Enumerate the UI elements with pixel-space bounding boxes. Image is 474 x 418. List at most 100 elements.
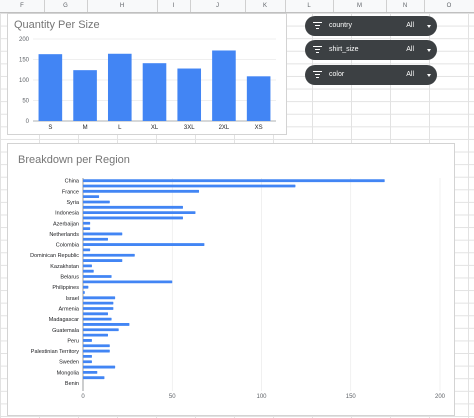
quantity-per-size-plot: 0 50 100 150 200 S M L XL 3XL 2XL XS — [19, 37, 276, 131]
y-tick-label: Peru — [67, 338, 79, 344]
bar — [83, 221, 91, 225]
x-tick-label: S — [48, 125, 52, 131]
y-tick-label: Kazakhstan — [50, 264, 79, 270]
x-tick-label: 2XL — [219, 125, 230, 131]
caret-down-icon — [427, 74, 431, 77]
bar — [83, 339, 92, 342]
bar — [83, 189, 200, 193]
column-header-m[interactable]: M — [333, 0, 387, 12]
column-header-l[interactable]: L — [285, 0, 334, 12]
bar — [83, 301, 114, 305]
column-header-bar: F G H I J K L M N O — [0, 0, 474, 13]
y-tick-label: Indonesia — [55, 211, 80, 217]
bar — [83, 376, 105, 380]
y-tick-label: Benin — [65, 381, 79, 387]
bar — [73, 70, 97, 121]
column-header-n[interactable]: N — [386, 0, 425, 12]
bar — [83, 365, 116, 369]
bar — [83, 328, 119, 332]
y-tick-label: Philippines — [52, 285, 79, 291]
filter-label: color — [329, 71, 345, 78]
filter-icon — [313, 22, 322, 30]
bar — [83, 354, 92, 358]
bar — [83, 275, 112, 278]
bar — [83, 216, 183, 220]
bar — [83, 291, 85, 294]
y-tick-label: Armenia — [59, 306, 80, 312]
bar — [83, 269, 94, 273]
y-tick-label: Netherlands — [49, 232, 79, 238]
bar — [83, 307, 114, 310]
bar — [83, 370, 98, 374]
bar — [107, 53, 132, 122]
y-tick-label: Guatemala — [52, 328, 80, 334]
bar — [83, 232, 123, 236]
x-tick-label: M — [83, 125, 88, 131]
bar — [83, 237, 108, 241]
column-header-k[interactable]: K — [245, 0, 286, 12]
caret-down-icon — [427, 49, 431, 52]
bar — [83, 179, 385, 183]
bar — [83, 227, 91, 230]
bar — [83, 211, 196, 215]
bar — [83, 333, 108, 337]
y-tick-label: Azerbaijan — [53, 221, 79, 227]
x-tick-label: 50 — [169, 394, 176, 400]
bar — [83, 296, 116, 300]
column-header-h[interactable]: H — [87, 0, 158, 12]
y-tick-label: Mongolia — [57, 370, 80, 376]
bar — [177, 68, 202, 121]
y-tick-label: 100 — [19, 78, 30, 84]
column-header-g[interactable]: G — [44, 0, 88, 12]
bar — [83, 285, 89, 289]
filter-icon — [313, 71, 322, 79]
column-header-j[interactable]: J — [190, 0, 246, 12]
filter-label: country — [329, 22, 352, 29]
filter-chip-country[interactable]: country All — [305, 16, 437, 36]
y-tick-label: Palestinian Territory — [31, 349, 79, 355]
bar — [83, 253, 135, 257]
bar — [83, 344, 110, 348]
column-header-i[interactable]: I — [157, 0, 191, 12]
filter-chip-color[interactable]: color All — [305, 65, 437, 85]
x-tick-label: 3XL — [184, 125, 195, 131]
bar — [212, 50, 236, 122]
filter-value: All — [406, 46, 414, 53]
x-tick-label: 100 — [256, 394, 267, 400]
bar — [83, 317, 112, 321]
bar — [83, 259, 123, 262]
column-header-o[interactable]: O — [424, 0, 474, 12]
bar — [38, 54, 63, 121]
x-tick-label: L — [118, 125, 122, 131]
bar — [83, 323, 130, 326]
y-tick-label: 0 — [26, 119, 30, 125]
y-tick-label: Madagascar — [49, 317, 79, 323]
breakdown-per-region-plot: 0 50 100 150 200 China France Syria Indonesia Aze… — [30, 178, 446, 400]
y-tick-label: Belarus — [60, 275, 79, 281]
filter-value: All — [406, 22, 414, 29]
bar — [83, 205, 183, 209]
quantity-per-size-chart[interactable]: Quantity Per Size 0 50 100 150 200 S M L XL 3XL 2X… — [7, 13, 287, 135]
bar — [83, 243, 205, 246]
breakdown-per-region-chart[interactable]: Breakdown per Region 0 50 100 150 200 China Fr… — [7, 143, 455, 416]
y-tick-label: China — [65, 179, 80, 185]
x-tick-label: XS — [255, 125, 263, 131]
y-tick-label: 50 — [22, 99, 29, 105]
bar — [83, 264, 92, 268]
y-tick-label: France — [62, 189, 79, 195]
caret-down-icon — [427, 25, 431, 28]
y-tick-label: 150 — [19, 58, 30, 64]
y-tick-label: Colombia — [56, 243, 80, 249]
y-tick-label: 200 — [19, 37, 30, 43]
bar — [83, 280, 173, 284]
bar — [83, 184, 296, 188]
y-tick-label: Israel — [66, 296, 79, 302]
bar — [142, 63, 167, 121]
column-header-f[interactable]: F — [0, 0, 45, 12]
bar — [246, 76, 271, 121]
bar — [83, 195, 100, 199]
bar — [83, 248, 91, 252]
filter-chip-shirt-size[interactable]: shirt_size All — [305, 40, 437, 60]
filter-label: shirt_size — [329, 46, 359, 53]
bar — [83, 360, 92, 364]
